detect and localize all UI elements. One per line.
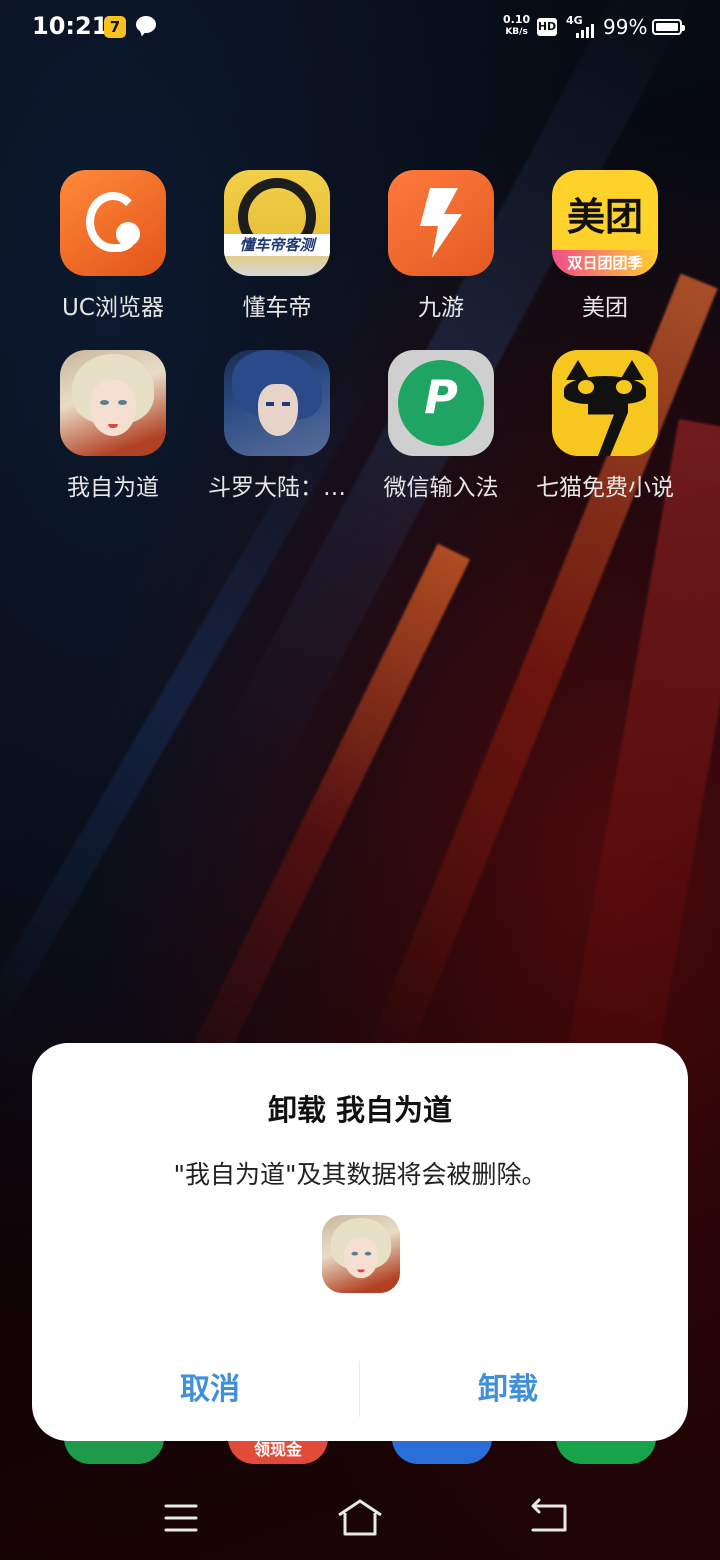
uc-browser-icon [60, 170, 166, 276]
hd-icon: HD [537, 18, 557, 36]
wozi-weidao-game-icon [60, 350, 166, 456]
dialog-title: 卸载 我自为道 [267, 1093, 453, 1127]
app-uc-browser[interactable]: UC浏览器 [31, 170, 195, 322]
cancel-button[interactable]: 取消 [80, 1361, 340, 1417]
battery-percent: 99% [603, 15, 648, 39]
app-label: 我自为道 [67, 475, 159, 501]
app-qimao-novel[interactable]: 七猫免费小说 [523, 350, 687, 502]
button-divider [359, 1361, 360, 1417]
app-wechat-input[interactable]: P 微信输入法 [359, 350, 523, 502]
app-label: 微信输入法 [383, 475, 499, 501]
battery-icon [652, 19, 685, 35]
uninstall-button[interactable]: 卸载 [378, 1361, 638, 1417]
uninstall-dialog: 卸载 我自为道 "我自为道"及其数据将会被删除。 取消 卸载 [32, 1043, 688, 1441]
app-wozi-weidao[interactable]: 我自为道 [31, 350, 195, 502]
meituan-icon: 美团 双日团团季 [552, 170, 658, 276]
status-bar: 10:21 7 0.10 KB/s HD 4G 99% [0, 0, 720, 56]
app-label: 斗罗大陆：… [208, 475, 346, 501]
menu-icon[interactable] [157, 1498, 205, 1538]
clock: 10:21 [32, 12, 109, 40]
network-speed: 0.10 KB/s [503, 13, 531, 38]
wechat-input-icon: P [388, 350, 494, 456]
signal-icon [576, 22, 598, 38]
qimao-notification-icon: 7 [104, 16, 126, 38]
qimao-novel-icon [552, 350, 658, 456]
jiuyou-icon [388, 170, 494, 276]
douluo-dalu-game-icon [224, 350, 330, 456]
chat-bubble-icon [136, 16, 156, 33]
dongchedi-icon: 懂车帝客测 [224, 170, 330, 276]
app-douluo-dalu[interactable]: 斗罗大陆：… [195, 350, 359, 502]
app-label: 七猫免费小说 [536, 475, 674, 501]
app-meituan[interactable]: 美团 双日团团季 美团 [523, 170, 687, 322]
dialog-message: "我自为道"及其数据将会被删除。 [173, 1160, 547, 1189]
app-dongchedi[interactable]: 懂车帝客测 懂车帝 [195, 170, 359, 322]
back-icon[interactable] [525, 1498, 573, 1538]
navigation-bar [0, 1480, 720, 1560]
app-label: 美团 [582, 295, 628, 321]
app-label: 懂车帝 [242, 295, 312, 321]
wozi-weidao-game-icon [322, 1215, 400, 1293]
app-label: UC浏览器 [62, 295, 164, 321]
app-jiuyou[interactable]: 九游 [359, 170, 523, 322]
home-icon[interactable] [336, 1498, 384, 1538]
app-label: 九游 [418, 295, 464, 321]
